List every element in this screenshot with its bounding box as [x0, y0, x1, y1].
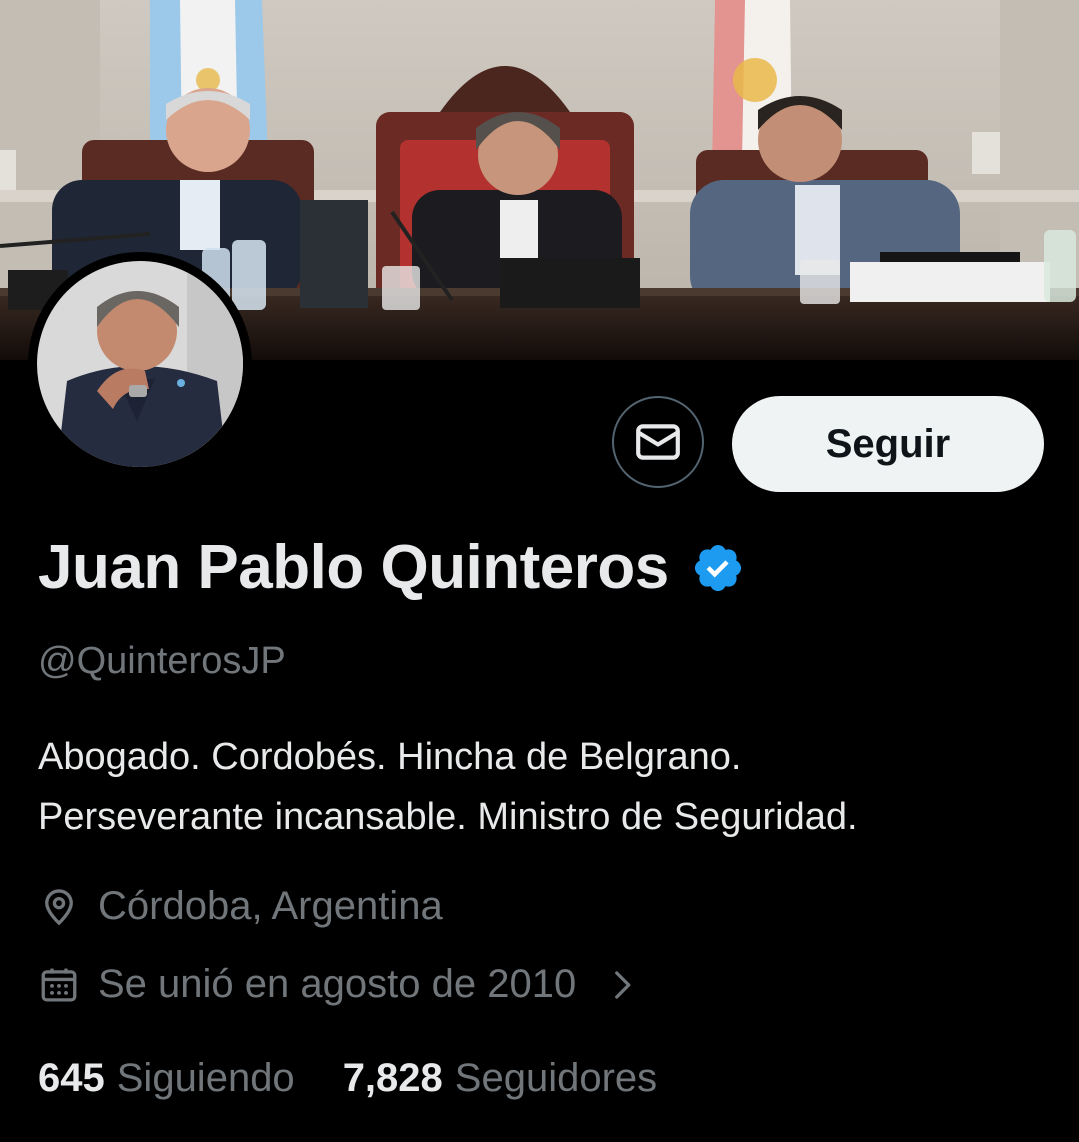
joined-text: Se unió en agosto de 2010 [98, 962, 577, 1006]
profile-location: Córdoba, Argentina [38, 884, 443, 929]
profile-handle: @QuinterosJP [38, 640, 286, 682]
location-text: Córdoba, Argentina [98, 884, 443, 928]
following-link[interactable]: 645 Siguiendo [38, 1056, 295, 1101]
followers-count: 7,828 [342, 1056, 443, 1100]
envelope-icon [636, 424, 680, 460]
message-button[interactable] [612, 396, 704, 488]
followers-label: Seguidores [454, 1056, 658, 1100]
display-name: Juan Pablo Quinteros [38, 533, 669, 602]
profile-name-row: Juan Pablo Quinteros [38, 532, 745, 603]
bio-line: Perseverante incansable. Ministro de Seg… [38, 796, 858, 838]
bio-line: Abogado. Cordobés. Hincha de Belgrano. [38, 736, 742, 778]
follow-button[interactable]: Seguir [732, 396, 1044, 492]
profile-avatar[interactable] [28, 252, 252, 476]
profile-joined-date[interactable]: Se unió en agosto de 2010 [38, 962, 640, 1007]
profile-stats: 645 Siguiendo 7,828 Seguidores [38, 1056, 657, 1101]
following-count: 645 [38, 1056, 105, 1100]
location-pin-icon [45, 888, 73, 925]
calendar-icon [41, 968, 77, 1002]
avatar-photo [37, 261, 243, 467]
follow-button-label: Seguir [825, 421, 951, 466]
verified-badge-icon[interactable] [691, 541, 745, 595]
chevron-right-icon [615, 970, 631, 999]
following-label: Siguiendo [116, 1056, 295, 1100]
profile-bio: Abogado. Cordobés. Hincha de Belgrano. P… [38, 727, 1058, 847]
followers-link[interactable]: 7,828 Seguidores [343, 1056, 657, 1101]
